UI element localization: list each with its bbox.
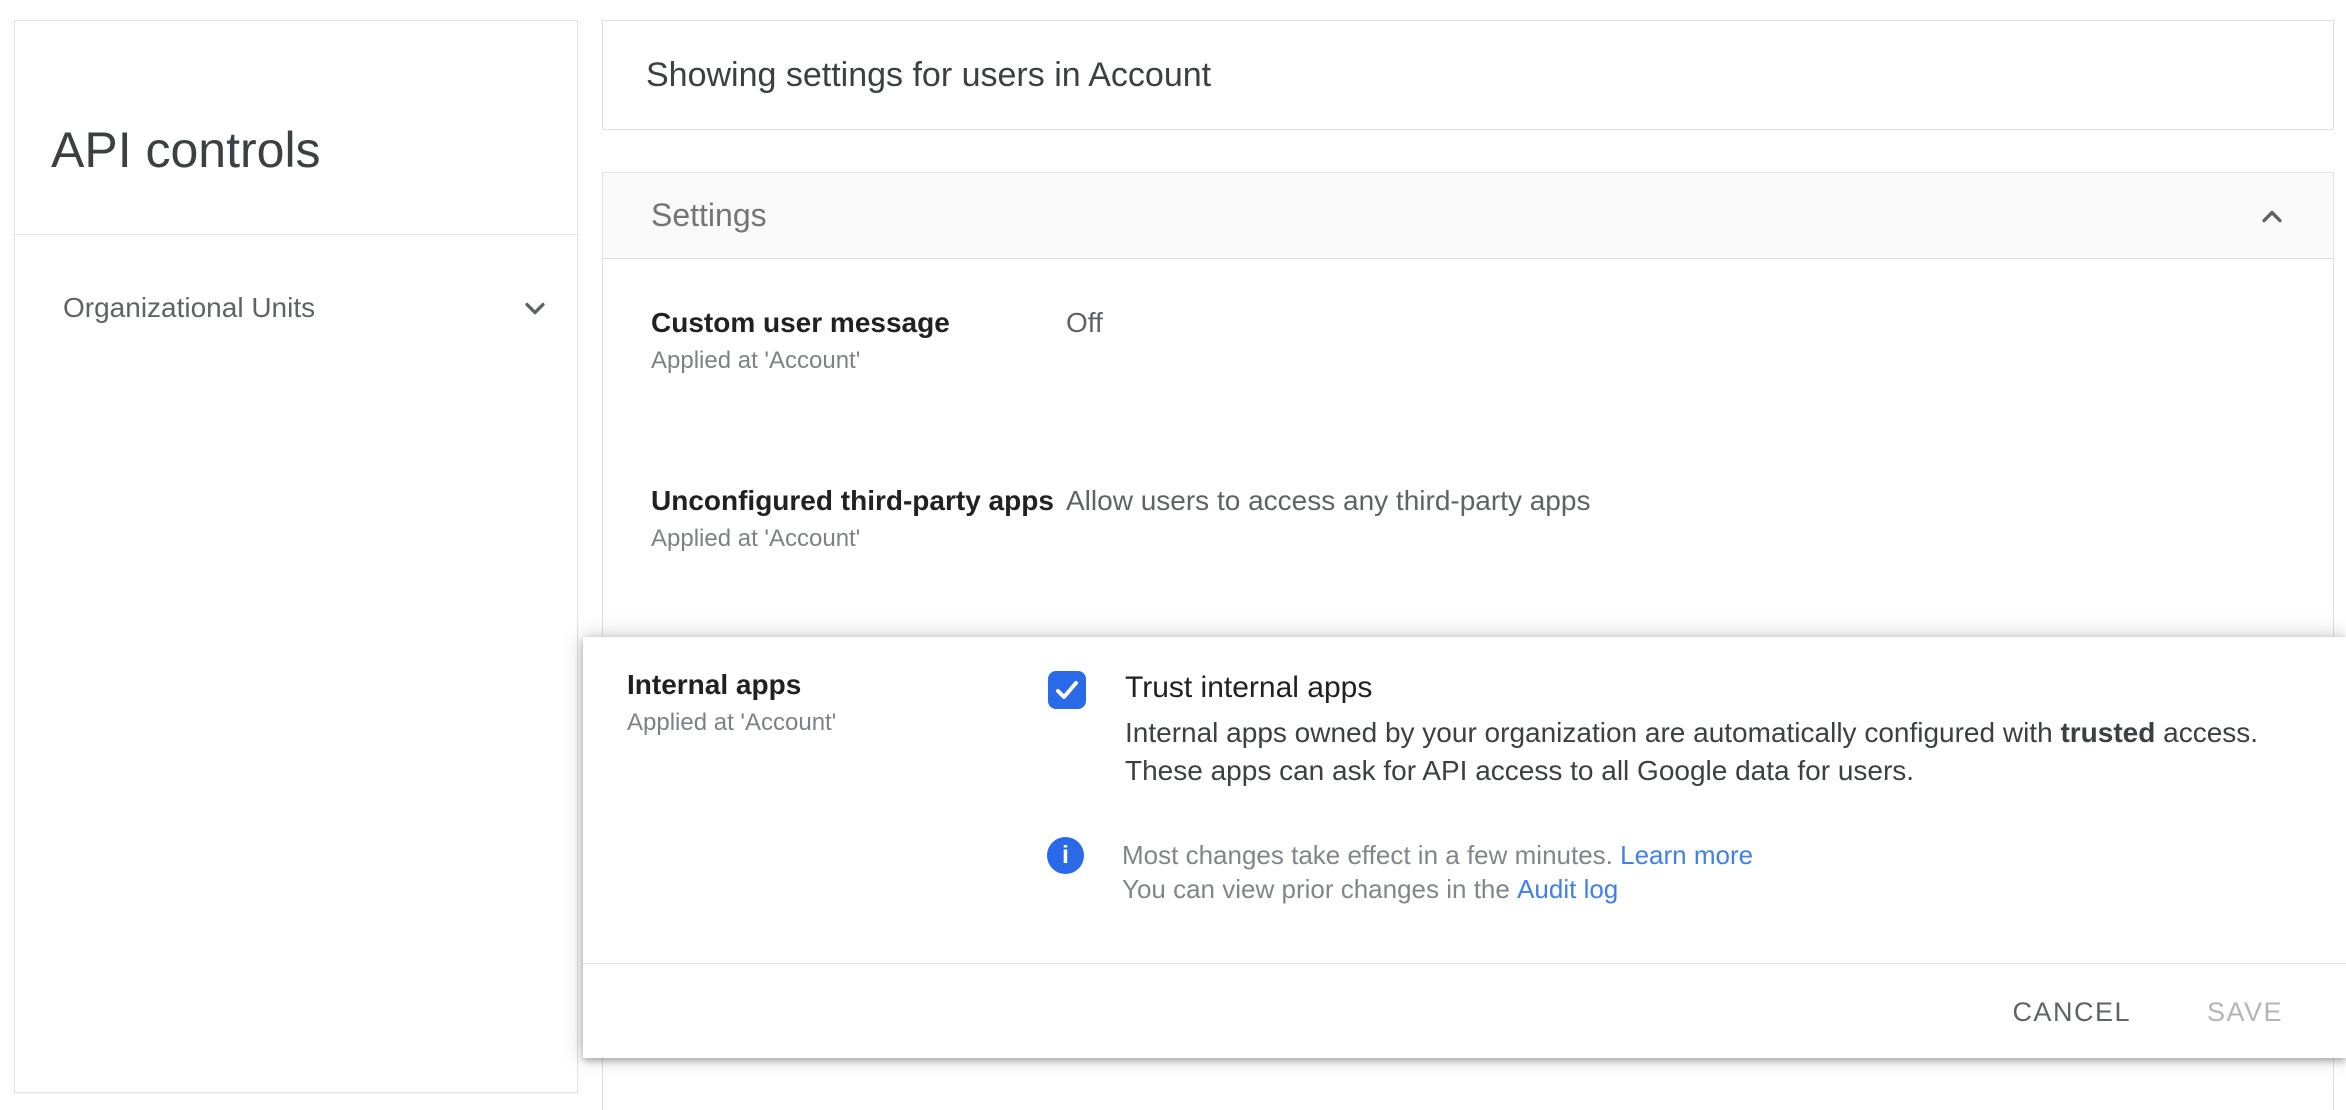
setting-label: Unconfigured third-party apps [651,485,1054,516]
description-bold-text: trusted [2060,717,2156,748]
cancel-button[interactable]: CANCEL [2008,991,2135,1034]
setting-value: Off [1066,307,1103,338]
info-line-2: You can view prior changes in the Audit … [1122,872,1753,906]
setting-applied-at: Applied at 'Account' [651,347,861,374]
info-note: Most changes take effect in a few minute… [1122,838,1753,906]
setting-applied-at: Applied at 'Account' [627,709,837,736]
trust-internal-apps-checkbox[interactable] [1048,671,1086,709]
setting-row-unconfigured-third-party-apps[interactable]: Unconfigured third-party apps Applied at… [603,447,2331,617]
description-line-1: Internal apps owned by your organization… [1125,714,2258,752]
checkmark-icon [1056,681,1078,699]
page-title: API controls [51,122,321,178]
organizational-units-label: Organizational Units [63,292,316,323]
trust-internal-apps-label[interactable]: Trust internal apps [1125,669,1372,707]
audit-log-link[interactable]: Audit log [1517,874,1618,904]
description-line-2: These apps can ask for API access to all… [1125,755,1915,786]
description-text: access. [2155,717,2259,748]
scope-header-card: Showing settings for users in Account [602,20,2334,130]
sidebar-header: API controls [15,21,577,235]
setting-value: Allow users to access any third-party ap… [1066,485,1591,516]
setting-applied-at: Applied at 'Account' [651,525,861,552]
info-text: You can view prior changes in the [1122,874,1518,904]
settings-section-title: Settings [651,197,767,233]
info-text: Most changes take effect in a few minute… [1122,840,1621,870]
internal-apps-description: Internal apps owned by your organization… [1125,714,2258,790]
setting-label: Custom user message [651,307,950,338]
description-text: Internal apps owned by your organization… [1125,717,2061,748]
internal-apps-edit-panel: Internal apps Applied at 'Account' Trust… [583,637,2346,1058]
save-button[interactable]: SAVE [2203,991,2287,1034]
scope-header-title: Showing settings for users in Account [646,55,1212,94]
panel-divider [583,963,2346,964]
chevron-down-icon[interactable] [518,291,552,325]
setting-row-custom-user-message[interactable]: Custom user message Applied at 'Account'… [603,269,2331,439]
panel-actions: CANCEL SAVE [2008,981,2287,1043]
info-line-1: Most changes take effect in a few minute… [1122,838,1753,872]
info-icon: i [1047,837,1084,874]
learn-more-link[interactable]: Learn more [1620,840,1753,870]
collapse-section-button[interactable] [2255,199,2289,233]
settings-section-header[interactable]: Settings [603,173,2333,259]
chevron-up-icon [2262,210,2282,222]
sidebar-item-organizational-units[interactable]: Organizational Units [15,261,577,355]
api-controls-sidebar: API controls Organizational Units [14,20,578,1093]
setting-label: Internal apps [627,669,802,700]
